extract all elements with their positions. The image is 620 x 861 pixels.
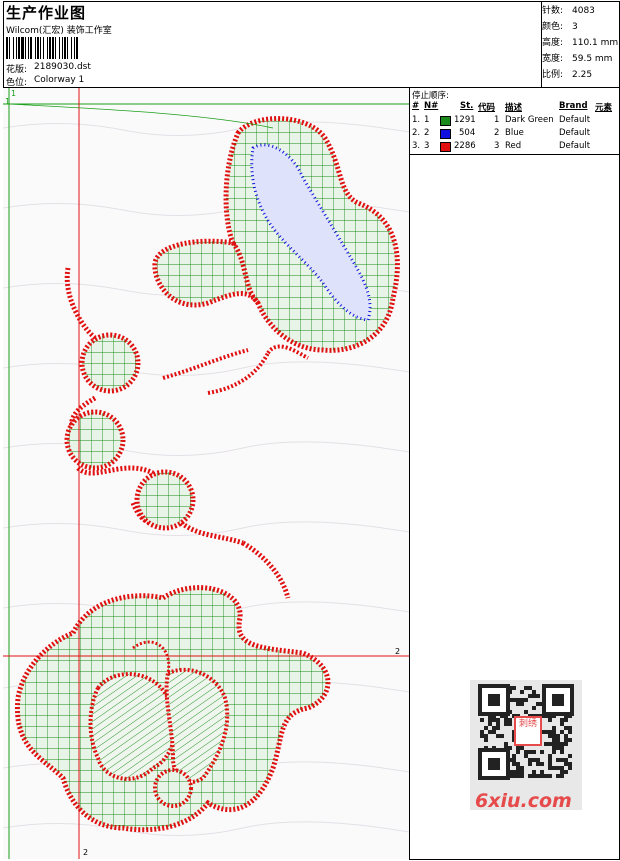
guide-label-h2: 2 bbox=[395, 647, 401, 656]
studio-name: Wilcom(汇宏) 装饰工作室 bbox=[6, 26, 112, 36]
stat-colors: 颜色: 3 bbox=[542, 22, 578, 32]
pattern-value: 2189030.dst bbox=[34, 62, 91, 72]
legend-title: 停止顺序: bbox=[412, 91, 449, 101]
color-swatch-icon bbox=[440, 116, 451, 126]
lower-motif bbox=[14, 585, 331, 833]
legend-header-desc: 描述 bbox=[505, 103, 523, 113]
colorway-value: Colorway 1 bbox=[34, 75, 85, 85]
page-title: 生产作业图 bbox=[6, 4, 87, 22]
stat-width: 宽度: 59.5 mm bbox=[542, 54, 613, 64]
stats-panel: 针数: 4083 颜色: 3 高度: 110.1 mm 宽度: 59.5 mm 比例: 2… bbox=[542, 3, 618, 83]
stat-height: 高度: 110.1 mm bbox=[542, 38, 619, 48]
guide-label-h1: 1 bbox=[11, 89, 17, 98]
colorway-label: 色位: bbox=[6, 78, 28, 88]
guide-label-v1: 1 bbox=[5, 97, 11, 106]
barcode bbox=[6, 37, 141, 59]
legend-header-stitches: St. bbox=[460, 101, 474, 111]
legend-header-no: N# bbox=[424, 101, 439, 111]
legend-divider bbox=[410, 154, 620, 155]
embroidery-canvas[interactable]: 1 1 2 2 bbox=[3, 88, 409, 859]
watermark-text: 6xiu.com bbox=[475, 790, 572, 812]
buds bbox=[64, 332, 196, 531]
guide-label-v2: 2 bbox=[83, 848, 89, 857]
color-swatch-icon bbox=[440, 142, 451, 152]
legend-header-elem: 元素 bbox=[595, 103, 613, 113]
color-swatch-icon bbox=[440, 129, 451, 139]
legend-row: 1. 1 1291 1 Dark Green Default bbox=[412, 115, 591, 126]
embroidery-design bbox=[3, 88, 409, 859]
legend-header-num: # bbox=[412, 101, 420, 111]
stat-stitches: 针数: 4083 bbox=[542, 6, 595, 16]
upper-motif bbox=[152, 116, 400, 395]
qr-center-label: 刺绣 bbox=[514, 716, 542, 746]
legend-header-code: 代码 bbox=[478, 103, 496, 113]
pattern-label: 花版: bbox=[6, 65, 28, 75]
stat-scale: 比例: 2.25 bbox=[542, 70, 593, 80]
legend-header-brand: Brand bbox=[559, 101, 588, 111]
legend-row: 2. 2 504 2 Blue Default bbox=[412, 128, 591, 139]
legend-row: 3. 3 2286 3 Red Default bbox=[412, 141, 591, 152]
